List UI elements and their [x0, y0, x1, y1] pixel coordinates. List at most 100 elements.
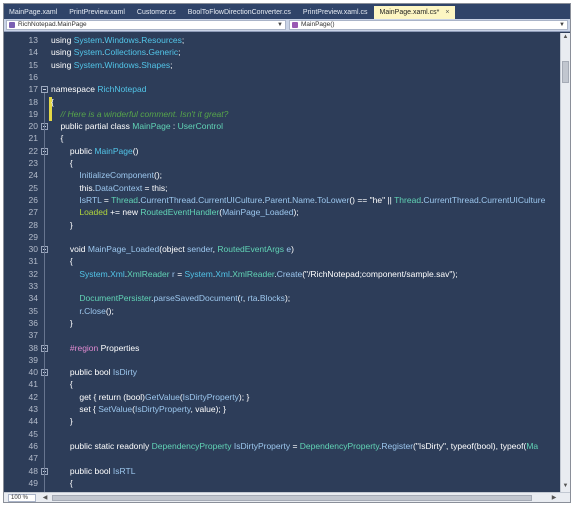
- line-number: 22: [28, 145, 38, 156]
- code-text: public bool IsDirty: [51, 366, 137, 379]
- code-editor-window: MainPage.xaml PrintPreview.xaml Customer.c…: [3, 3, 571, 503]
- code-token: GetValue: [145, 391, 180, 402]
- code-text: IsRTL = Thread.CurrentThread.CurrentUICu…: [51, 194, 545, 207]
- line-number: 49: [28, 477, 38, 488]
- code-text: {: [51, 132, 63, 145]
- code-token: ;: [170, 59, 173, 70]
- code-token: Thread: [394, 194, 422, 205]
- code-line: 45: [4, 428, 560, 441]
- collapse-outline-icon[interactable]: [41, 86, 48, 94]
- line-number: 34: [28, 293, 38, 304]
- tab-label: BoolToFlowDirectionConverter.cs: [187, 9, 291, 16]
- class-icon: [9, 22, 15, 28]
- line-number: 29: [28, 231, 38, 242]
- code-token: MainPage: [132, 121, 171, 132]
- code-editor[interactable]: 13 using System.Windows.Resources; 14 using…: [4, 33, 560, 492]
- code-token: void: [51, 244, 88, 255]
- code-text: {: [51, 157, 73, 170]
- code-token: {: [51, 158, 73, 168]
- code-line: 25 this.DataContext = this;: [4, 182, 560, 195]
- code-token: :: [170, 121, 178, 132]
- code-token: Close: [84, 305, 106, 316]
- code-line: 39: [4, 354, 560, 367]
- code-text: InitializeComponent();: [51, 169, 162, 182]
- code-token: ();: [154, 170, 163, 181]
- code-line: 36 }: [4, 317, 560, 330]
- scroll-up-icon[interactable]: ▲: [561, 33, 570, 42]
- code-token: Windows: [104, 59, 139, 70]
- line-number: 18: [28, 96, 38, 107]
- code-text: public partial class MainPage : UserCont…: [51, 120, 223, 133]
- horizontal-scrollbar[interactable]: 100 % ◀ ▶: [4, 492, 570, 502]
- code-token: public bool: [51, 367, 113, 378]
- line-number: 27: [28, 207, 38, 218]
- tab-customer-cs[interactable]: Customer.cs: [132, 6, 181, 19]
- code-line: 19 // Here is a winderful comment. Isn't…: [4, 108, 560, 121]
- close-icon[interactable]: ×: [445, 9, 449, 16]
- code-token: }: [51, 416, 73, 427]
- code-token: // Here is a winderful comment. Isn't it…: [60, 108, 229, 119]
- code-text: r.Close();: [51, 305, 114, 318]
- scroll-right-icon[interactable]: ▶: [549, 493, 559, 502]
- line-number: 17: [28, 84, 38, 95]
- code-token: Xml: [215, 268, 230, 279]
- line-number: 16: [28, 71, 38, 82]
- code-token: MainPage_Loaded: [222, 207, 294, 218]
- code-line: 49 {: [4, 477, 560, 490]
- code-line: 43 set { SetValue(IsDirtyProperty, value…: [4, 403, 560, 416]
- code-line: 20 public partial class MainPage : UserC…: [4, 120, 560, 133]
- code-line: 41 {: [4, 378, 560, 391]
- code-token: "IsDirty": [415, 440, 447, 451]
- code-token: IsRTL: [112, 465, 136, 476]
- tab-mainpage-xaml[interactable]: MainPage.xaml: [4, 6, 62, 19]
- tab-printpreview-xaml[interactable]: PrintPreview.xaml: [64, 6, 130, 19]
- line-number: 24: [28, 170, 38, 181]
- class-dropdown[interactable]: RichNotepad.MainPage ▼: [6, 20, 286, 30]
- horizontal-scroll-thumb[interactable]: [52, 495, 532, 501]
- code-token: }: [51, 219, 73, 230]
- tab-booltoflowdirectionconverter-cs[interactable]: BoolToFlowDirectionConverter.cs: [183, 6, 296, 19]
- code-text: {: [51, 96, 54, 109]
- vertical-scrollbar[interactable]: ▲ ▼: [560, 33, 570, 492]
- code-line: 32 System.Xml.XmlReader r = System.Xml.X…: [4, 268, 560, 281]
- code-text: // Here is a winderful comment. Isn't it…: [51, 108, 228, 121]
- code-token: , typeof(bool), typeof(: [446, 440, 527, 451]
- code-text: this.DataContext = this;: [51, 182, 167, 195]
- line-number: 20: [28, 121, 38, 132]
- line-number: 33: [28, 281, 38, 291]
- code-text: #region Properties: [51, 342, 139, 355]
- code-token: );: [293, 207, 299, 218]
- scroll-left-icon[interactable]: ◀: [40, 493, 50, 502]
- code-token: Xml: [110, 268, 125, 279]
- tab-mainpage-xaml-cs[interactable]: MainPage.xaml.cs* ×: [374, 6, 455, 19]
- code-token: DependencyProperty: [151, 440, 232, 451]
- member-dropdown[interactable]: MainPage() ▼: [289, 20, 568, 30]
- code-token: #region: [69, 342, 99, 353]
- code-token: public partial class: [51, 121, 133, 132]
- code-line: 23 {: [4, 157, 560, 170]
- code-line: 46 public static readonly DependencyProp…: [4, 440, 560, 453]
- code-token: DataContext: [94, 182, 143, 193]
- code-token: =: [174, 268, 185, 279]
- tab-printpreview-xaml-cs[interactable]: PrintPreview.xaml.cs: [298, 6, 373, 19]
- code-text: using System.Windows.Resources;: [51, 34, 184, 47]
- code-line: 31 {: [4, 255, 560, 268]
- tab-label: PrintPreview.xaml: [69, 9, 125, 16]
- zoom-dropdown[interactable]: 100 %: [8, 494, 36, 502]
- code-token: ); }: [238, 391, 250, 402]
- code-text: Loaded += new RoutedEventHandler(MainPag…: [51, 206, 299, 219]
- scroll-down-icon[interactable]: ▼: [561, 482, 570, 491]
- code-line: 24 InitializeComponent();: [4, 169, 560, 182]
- code-token: RichNotepad: [97, 84, 147, 95]
- code-token: Generic: [148, 47, 179, 58]
- vertical-scroll-thumb[interactable]: [562, 61, 569, 83]
- code-text: public bool IsRTL: [51, 465, 136, 478]
- line-number: 46: [28, 440, 38, 451]
- code-line: 15 using System.Windows.Shapes;: [4, 59, 560, 72]
